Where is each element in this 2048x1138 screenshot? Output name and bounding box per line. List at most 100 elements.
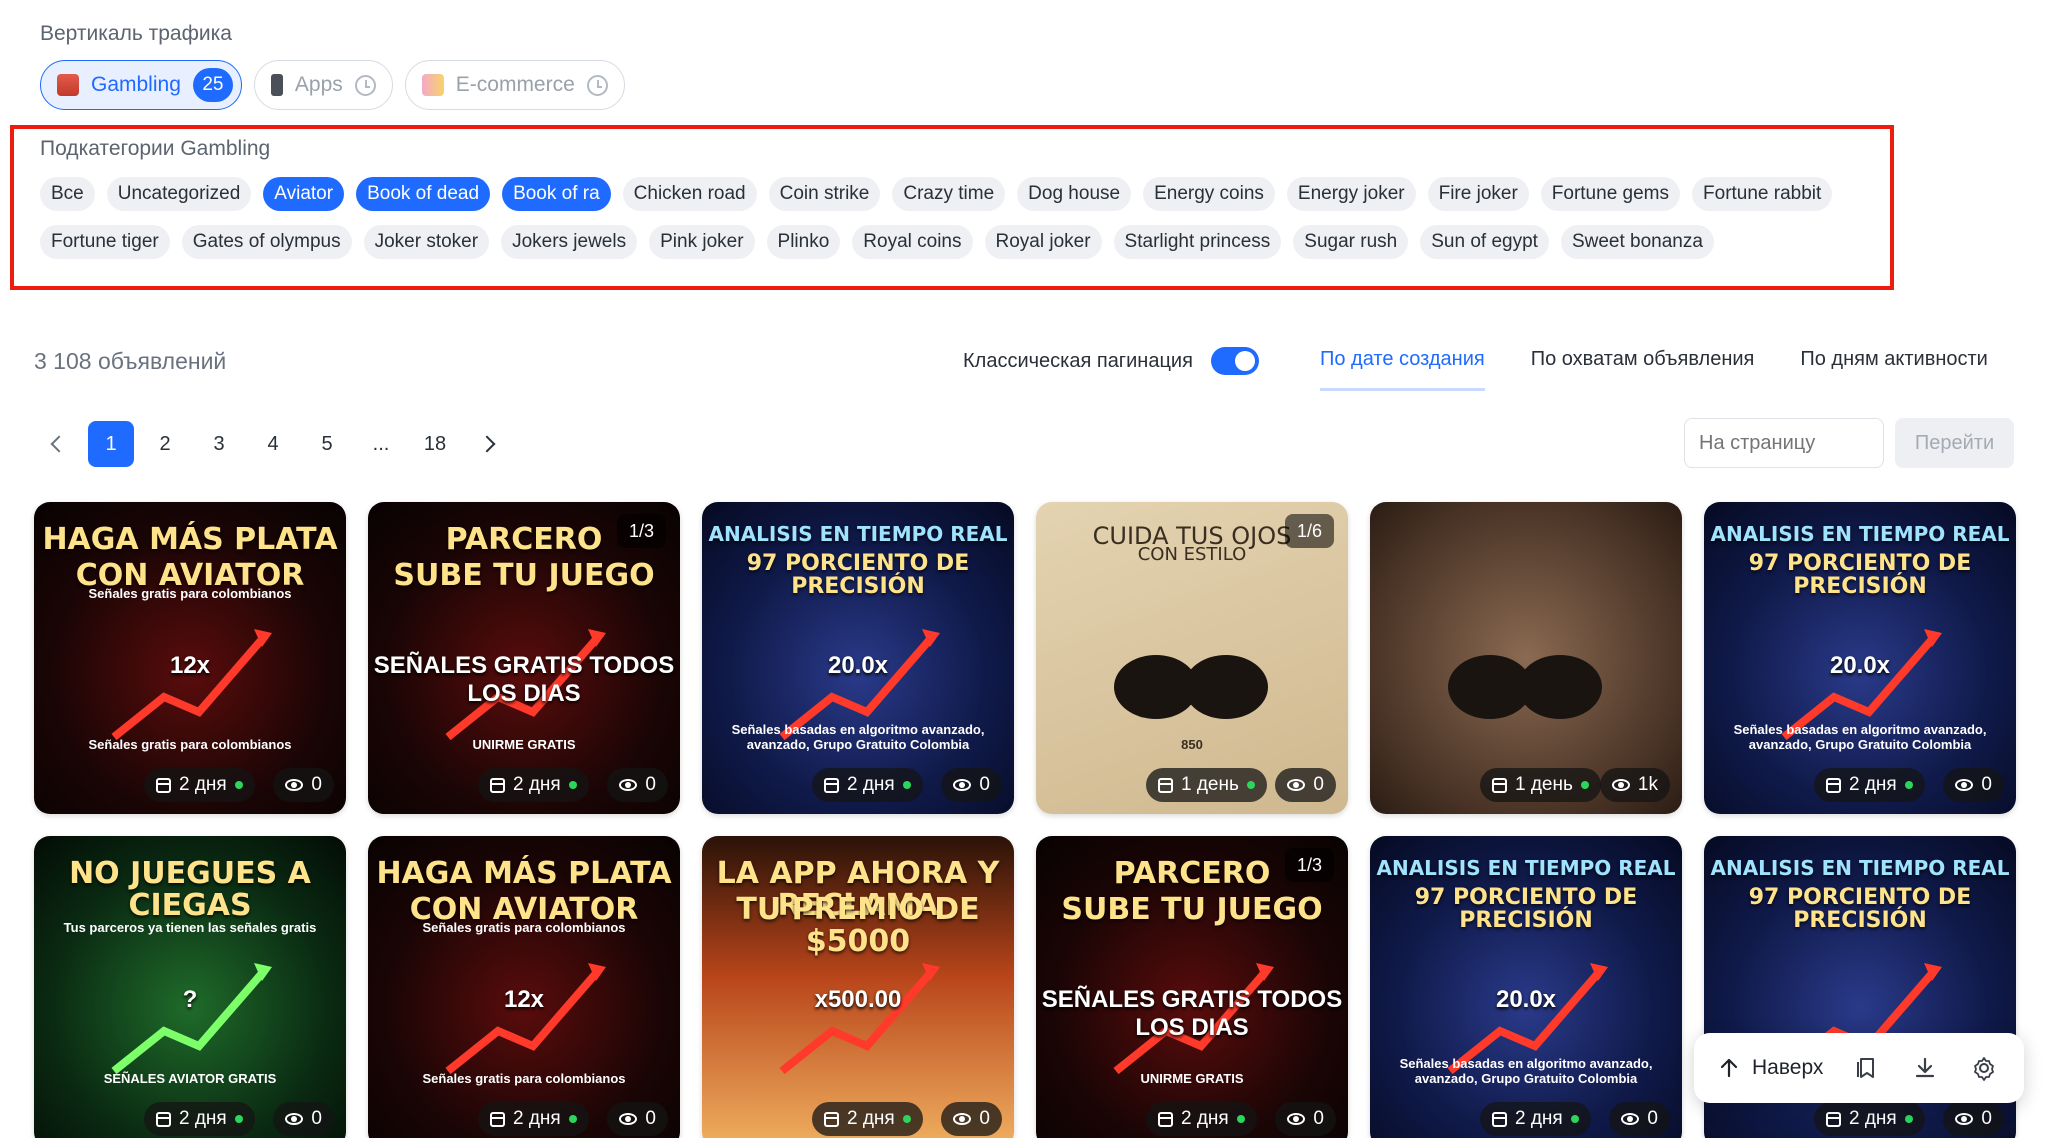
ad-headline-2: TU PREMIO DE $5000 [736,892,980,959]
subcategory-chip[interactable]: Sweet bonanza [1560,225,1714,259]
sort-by-activity-days[interactable]: По дням активности [1800,348,1987,391]
ad-headline-1: ANALISIS EN TIEMPO REAL [708,522,1008,546]
sort-by-date[interactable]: По дате создания [1320,348,1485,391]
subcategory-chip[interactable]: Starlight princess [1113,225,1282,259]
ad-card[interactable]: LA APP AHORA Y RECLAMA TU PREMIO DE $5000… [702,836,1014,1138]
ad-card[interactable]: HAGA MÁS PLATA CON AVIATOR Señales gratis … [34,502,346,814]
subcategory-chip[interactable]: Uncategorized [106,177,252,211]
subcategory-chip[interactable]: Book of ra [502,177,611,211]
pagination: 1 2 3 4 5 ... 18 [34,421,512,467]
next-page-button[interactable] [466,421,512,467]
eye-icon [1621,1113,1640,1125]
pagination-toggle[interactable] [1210,347,1259,375]
eye-icon [619,1113,638,1125]
calendar-icon [1158,1111,1173,1127]
calendar-icon [1158,777,1173,793]
vertical-label: Вертикаль трафика [40,22,232,45]
vertical-ecommerce[interactable]: E-commerce [404,60,625,110]
subcategory-chip[interactable]: Все [40,177,95,211]
active-days-badge: 2 дня [144,1102,255,1136]
subcategory-chip[interactable]: Gates of olympus [181,225,352,259]
prev-page-button[interactable] [34,421,80,467]
subcategory-chip[interactable]: Royal coins [852,225,973,259]
vertical-gambling[interactable]: Gambling 25 [40,60,242,110]
views-badge: 0 [607,768,668,802]
ad-big-text: 20.0x [1495,986,1557,1013]
active-status-dot [568,1115,577,1123]
active-days-badge: 1 день [1146,768,1267,802]
ad-card[interactable]: ANALISIS EN TIEMPO REAL 97 PORCIENTO DE P… [1704,502,2016,814]
subcategory-chip[interactable]: Sugar rush [1293,225,1409,259]
ad-card[interactable]: 1 день 1k [1370,502,1682,814]
page-ellipsis: ... [372,432,390,455]
subcategory-chip[interactable]: Plinko [766,225,841,259]
subcategory-chip[interactable]: Fire joker [1427,177,1529,211]
ad-footer-text: Señales gratis para colombianos [88,737,292,752]
page-button-3[interactable]: 3 [196,421,242,467]
phone-icon [270,74,283,96]
subcategory-chip[interactable]: Pink joker [649,225,755,259]
goto-page-button[interactable]: Перейти [1895,418,2014,468]
subcategory-chip[interactable]: Dog house [1017,177,1132,211]
active-status-dot [1904,1115,1913,1123]
ad-card[interactable]: PARCERO SUBE TU JUEGO SEÑALES GRATIS TODOS… [368,502,680,814]
subcategory-chip[interactable]: Jokers jewels [501,225,638,259]
page-button-4[interactable]: 4 [250,421,296,467]
goto-page-input[interactable] [1684,418,1884,468]
ad-subline: Señales gratis para colombianos [88,586,292,601]
sort-by-reach[interactable]: По охватам объявления [1531,348,1755,391]
calendar-icon [490,1111,505,1127]
page-button-1[interactable]: 1 [88,421,134,467]
subcategory-chip[interactable]: Chicken road [622,177,757,211]
ad-subline: Tus parceros ya tienen las señales grati… [63,920,317,935]
vertical-gambling-label: Gambling [91,73,181,96]
views-badge: 0 [1943,768,2004,802]
subcategory-chip[interactable]: Fortune rabbit [1692,177,1833,211]
page: Вертикаль трафика Gambling 25 Apps E-com… [0,0,2048,1138]
ad-card[interactable]: CUIDA TUS OJOS CON ESTILO 850 1/6 1 день 0 [1036,502,1348,814]
ad-card[interactable]: PARCERO SUBE TU JUEGO SEÑALES GRATIS TODOS… [1036,836,1348,1138]
subcategory-chip[interactable]: Energy joker [1286,177,1416,211]
page-button-2[interactable]: 2 [142,421,188,467]
subcategory-chip[interactable]: Fortune gems [1540,177,1681,211]
download-button[interactable] [1900,1043,1949,1093]
subcategory-chip[interactable]: Sun of egypt [1420,225,1549,259]
clock-icon [354,74,376,96]
subcategory-chip[interactable]: Aviator [263,177,345,211]
vertical-apps-label: Apps [294,73,343,96]
views-value: 0 [1981,1108,1992,1129]
settings-button[interactable] [1959,1043,2008,1093]
views-value: 0 [645,1108,656,1129]
scroll-top-button[interactable]: Наверх [1710,1043,1832,1093]
page-button-5[interactable]: 5 [304,421,350,467]
carousel-counter: 1/6 [1284,514,1334,548]
page-button-18[interactable]: 18 [412,421,458,467]
views-badge: 0 [1275,1102,1336,1136]
subcategory-chip[interactable]: Energy coins [1143,177,1275,211]
subcategory-chip[interactable]: Joker stoker [363,225,490,259]
subcategory-chip[interactable]: Royal joker [984,225,1102,259]
vertical-gambling-count: 25 [192,68,233,102]
views-value: 0 [1647,1108,1658,1129]
ad-card[interactable]: HAGA MÁS PLATA CON AVIATOR Señales gratis … [368,836,680,1138]
views-value: 0 [979,1108,990,1129]
active-days-value: 2 дня [1515,1108,1563,1129]
views-badge: 0 [1275,768,1336,802]
scroll-top-label: Наверх [1752,1056,1824,1079]
ad-big-text: 12x [503,986,545,1013]
calendar-icon [1492,777,1507,793]
vertical-apps[interactable]: Apps [253,60,393,110]
subcategory-chip[interactable]: Crazy time [892,177,1006,211]
ad-card[interactable]: NO JUEGUES A CIEGAS Tus parceros ya tiene… [34,836,346,1138]
pagination-toggle-group: Классическая пагинация [963,347,1259,375]
subcategory-chip[interactable]: Book of dead [356,177,491,211]
ad-card[interactable]: ANALISIS EN TIEMPO REAL 97 PORCIENTO DE P… [702,502,1014,814]
active-days-badge: 2 дня [1814,768,1925,802]
ad-card[interactable]: ANALISIS EN TIEMPO REAL 97 PORCIENTO DE P… [1370,836,1682,1138]
subcategory-chip[interactable]: Fortune tiger [40,225,170,259]
bookmarks-button[interactable] [1841,1043,1890,1093]
views-badge: 1k [1599,768,1670,802]
ad-artwork [445,963,606,1075]
subcategory-chip[interactable]: Coin strike [768,177,881,211]
active-days-badge: 2 дня [1146,1102,1257,1136]
